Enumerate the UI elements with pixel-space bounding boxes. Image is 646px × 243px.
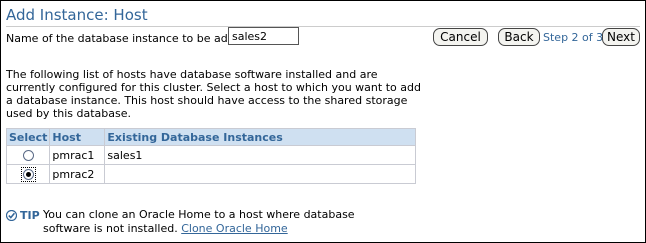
page-title: Add Instance: Host	[6, 6, 148, 24]
hosts-table: Select Host Existing Database Instances …	[5, 128, 416, 184]
instances-column-header: Existing Database Instances	[104, 128, 416, 146]
host-column-header: Host	[49, 128, 106, 146]
host-cell: pmrac2	[49, 164, 106, 184]
page-frame: Add Instance: Host Name of the database …	[0, 0, 646, 243]
table-row: pmrac1 sales1	[5, 145, 416, 165]
check-icon	[6, 210, 17, 221]
description-text: The following list of hosts have databas…	[6, 68, 421, 120]
title-divider	[6, 26, 640, 27]
select-cell	[5, 145, 51, 165]
cancel-button[interactable]: Cancel	[433, 28, 488, 46]
tip-text: You can clone an Oracle Home to a host w…	[43, 208, 403, 236]
instances-cell: sales1	[104, 145, 416, 165]
instance-name-input[interactable]	[228, 27, 299, 45]
table-row: pmrac2	[5, 164, 416, 184]
clone-oracle-home-link[interactable]: Clone Oracle Home	[181, 222, 287, 235]
instances-cell	[104, 164, 416, 184]
host-radio-pmrac2[interactable]	[22, 168, 34, 180]
select-cell	[5, 164, 51, 184]
step-indicator: Step 2 of 3	[543, 31, 604, 44]
next-button[interactable]: Next	[602, 28, 640, 46]
select-column-header: Select	[5, 128, 51, 146]
focus-ring	[20, 166, 36, 182]
table-header-row: Select Host Existing Database Instances	[5, 128, 416, 146]
host-cell: pmrac1	[49, 145, 106, 165]
instance-name-label: Name of the database instance to be adde…	[6, 32, 249, 45]
host-radio-pmrac1[interactable]	[22, 150, 34, 161]
tip-label: TIP	[20, 209, 40, 222]
back-button[interactable]: Back	[498, 28, 540, 46]
